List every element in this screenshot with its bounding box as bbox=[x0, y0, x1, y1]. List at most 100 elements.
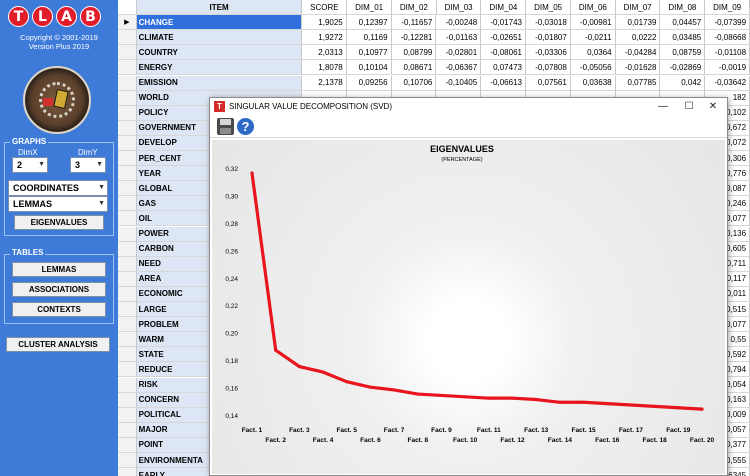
score-cell[interactable]: 2,1378 bbox=[301, 75, 347, 91]
lemmas-select[interactable]: LEMMAS ▼ bbox=[8, 196, 108, 212]
row-indicator bbox=[118, 453, 137, 468]
dim-cell[interactable]: 0,0364 bbox=[570, 45, 616, 61]
minimize-button[interactable]: — bbox=[651, 98, 675, 115]
data-point bbox=[510, 396, 515, 400]
dim-cell[interactable]: -0,0019 bbox=[705, 60, 750, 76]
column-header[interactable]: DIM_05 bbox=[526, 0, 571, 15]
maximize-button[interactable]: ☐ bbox=[677, 98, 701, 115]
dim-cell[interactable]: 0,03485 bbox=[660, 30, 706, 46]
row-indicator bbox=[118, 135, 137, 151]
dim-cell[interactable]: 0,1169 bbox=[346, 30, 392, 46]
dim-cell[interactable]: -0,02869 bbox=[660, 60, 706, 76]
dimx-select[interactable]: 2 ▼ bbox=[12, 157, 48, 173]
lemmas-table-button[interactable]: LEMMAS bbox=[12, 262, 106, 277]
dim-cell[interactable]: -0,05056 bbox=[570, 60, 616, 76]
column-header[interactable]: DIM_01 bbox=[347, 0, 392, 15]
dimx-label: DimX bbox=[18, 148, 38, 157]
dim-cell[interactable]: -0,02651 bbox=[481, 30, 526, 46]
column-header[interactable]: DIM_06 bbox=[570, 0, 616, 15]
dim-cell[interactable]: -0,02801 bbox=[436, 45, 482, 61]
dim-cell[interactable]: -0,0211 bbox=[570, 30, 616, 46]
dim-cell[interactable]: -0,06367 bbox=[436, 60, 482, 76]
table-row[interactable]: ▶ CHANGE 1,9025 0,12397 -0,11657 -0,00248 -0,0… bbox=[118, 15, 750, 31]
data-point bbox=[487, 396, 491, 400]
column-header[interactable]: DIM_07 bbox=[615, 0, 661, 15]
dim-cell[interactable]: -0,03306 bbox=[525, 45, 571, 61]
dim-cell[interactable]: -0,08061 bbox=[481, 45, 526, 61]
dim-cell[interactable]: 0,10977 bbox=[346, 45, 392, 61]
dim-cell[interactable]: -0,01628 bbox=[615, 60, 661, 76]
table-row[interactable]: CLIMATE 1,9272 0,1169 -0,12281 -0,01163 -0,02… bbox=[118, 30, 750, 46]
dim-cell[interactable]: 0,042 bbox=[660, 75, 706, 91]
dim-cell[interactable]: -0,01108 bbox=[705, 45, 750, 61]
dim-cell[interactable]: 0,08671 bbox=[391, 60, 437, 76]
dim-cell[interactable]: 0,07473 bbox=[481, 60, 526, 76]
item-cell[interactable]: CHANGE bbox=[136, 15, 302, 31]
dim-cell[interactable]: -0,04284 bbox=[615, 45, 661, 61]
item-cell[interactable]: COUNTRY bbox=[136, 45, 302, 61]
close-button[interactable]: ✕ bbox=[701, 98, 725, 115]
column-header[interactable]: DIM_03 bbox=[436, 0, 482, 15]
row-indicator bbox=[118, 196, 137, 212]
dim-cell[interactable]: -0,03018 bbox=[525, 15, 571, 31]
score-cell[interactable]: 2,0313 bbox=[301, 45, 347, 61]
dim-cell[interactable]: -0,00981 bbox=[570, 15, 616, 31]
dim-cell[interactable]: -0,07808 bbox=[525, 60, 571, 76]
column-header[interactable]: DIM_02 bbox=[391, 0, 437, 15]
dim-cell[interactable]: 0,07561 bbox=[525, 75, 571, 91]
row-indicator bbox=[118, 120, 137, 136]
row-indicator bbox=[118, 151, 137, 166]
associations-button[interactable]: ASSOCIATIONS bbox=[12, 282, 106, 297]
cluster-analysis-button[interactable]: CLUSTER ANALYSIS bbox=[6, 337, 110, 352]
dimy-select[interactable]: 3 ▼ bbox=[70, 157, 106, 173]
coordinates-select[interactable]: COORDINATES ▼ bbox=[8, 180, 108, 196]
contexts-button[interactable]: CONTEXTS bbox=[12, 302, 106, 317]
score-cell[interactable]: 1,8078 bbox=[301, 60, 347, 76]
item-cell[interactable]: CLIMATE bbox=[136, 30, 302, 46]
dim-cell[interactable]: -0,01743 bbox=[481, 15, 526, 31]
dim-cell[interactable]: -0,11657 bbox=[391, 15, 437, 31]
dim-cell[interactable]: 0,07785 bbox=[615, 75, 661, 91]
dim-cell[interactable]: 0,0222 bbox=[615, 30, 661, 46]
dim-cell[interactable]: -0,06613 bbox=[481, 75, 526, 91]
table-row[interactable]: ENERGY 1,8078 0,10104 0,08671 -0,06367 0,0747… bbox=[118, 60, 750, 76]
dim-cell[interactable]: 0,01739 bbox=[615, 15, 661, 31]
dim-cell[interactable]: -0,01807 bbox=[525, 30, 571, 46]
logo-letter: A bbox=[56, 6, 77, 27]
dim-cell[interactable]: -0,10405 bbox=[436, 75, 482, 91]
x-tick-label: Fact. 17 bbox=[619, 427, 644, 434]
column-header[interactable]: SCORE bbox=[302, 0, 348, 15]
dim-cell[interactable]: 0,03638 bbox=[570, 75, 616, 91]
chevron-down-icon: ▼ bbox=[38, 161, 45, 168]
dim-cell[interactable]: 0,09256 bbox=[346, 75, 392, 91]
dim-cell[interactable]: -0,01163 bbox=[436, 30, 482, 46]
column-header[interactable]: DIM_09 bbox=[705, 0, 750, 15]
data-point bbox=[676, 406, 680, 410]
help-icon[interactable]: ? bbox=[237, 118, 254, 135]
table-row[interactable]: COUNTRY 2,0313 0,10977 0,08799 -0,02801 -0,08… bbox=[118, 45, 750, 61]
column-header[interactable]: ITEM bbox=[136, 0, 303, 15]
svd-window: T SINGULAR VALUE DECOMPOSITION (SVD) — ☐… bbox=[209, 97, 728, 476]
dim-cell[interactable]: 0,10706 bbox=[391, 75, 437, 91]
eigenvalues-button[interactable]: EIGENVALUES bbox=[14, 215, 104, 230]
dim-cell[interactable]: 0,12397 bbox=[346, 15, 392, 31]
dim-cell[interactable]: -0,03642 bbox=[705, 75, 750, 91]
dim-cell[interactable]: 0,08799 bbox=[391, 45, 437, 61]
dim-cell[interactable]: 0,08759 bbox=[660, 45, 706, 61]
item-cell[interactable]: ENERGY bbox=[136, 60, 302, 76]
dim-cell[interactable]: -0,08668 bbox=[705, 30, 750, 46]
dim-cell[interactable]: 0,10104 bbox=[346, 60, 392, 76]
dim-cell[interactable]: -0,00248 bbox=[436, 15, 482, 31]
dim-cell[interactable]: -0,07399 bbox=[705, 15, 750, 31]
svd-titlebar[interactable]: T SINGULAR VALUE DECOMPOSITION (SVD) — ☐… bbox=[210, 98, 727, 115]
score-cell[interactable]: 1,9025 bbox=[301, 15, 347, 31]
dim-cell[interactable]: 0,04457 bbox=[660, 15, 706, 31]
score-cell[interactable]: 1,9272 bbox=[301, 30, 347, 46]
dim-cell[interactable]: -0,12281 bbox=[391, 30, 437, 46]
table-header: ITEM SCORE DIM_01 DIM_02 DIM_03 DIM_04 DIM_05 D… bbox=[118, 0, 750, 15]
table-row[interactable]: EMISSION 2,1378 0,09256 0,10706 -0,10405 -0,0… bbox=[118, 75, 750, 91]
item-cell[interactable]: EMISSION bbox=[136, 75, 302, 91]
column-header[interactable]: DIM_04 bbox=[481, 0, 527, 15]
column-header[interactable]: DIM_08 bbox=[660, 0, 706, 15]
save-icon[interactable] bbox=[217, 118, 234, 135]
